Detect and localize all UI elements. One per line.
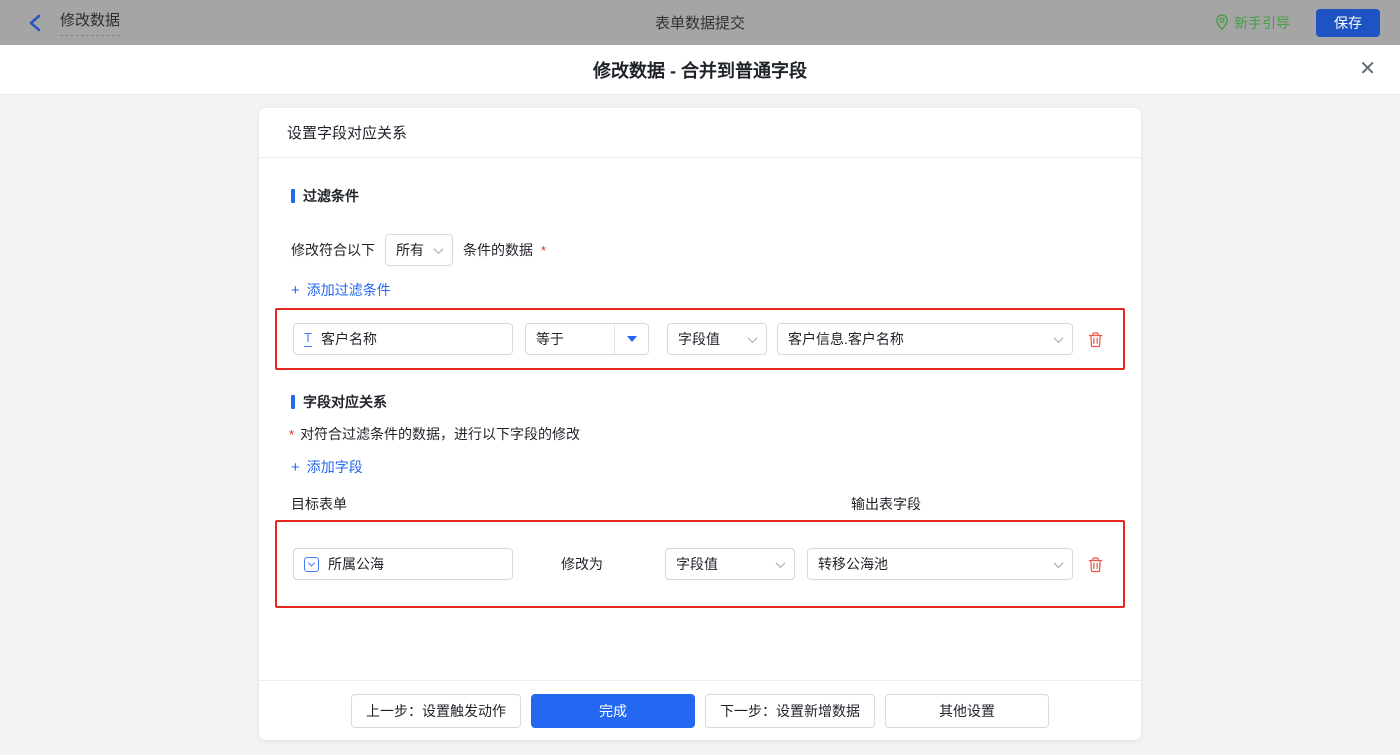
match-mode-value: 所有 <box>396 242 424 258</box>
add-field-label: 添加字段 <box>306 459 363 475</box>
modify-to-label: 修改为 <box>561 556 603 572</box>
mapping-section-label: 字段对应关系 <box>303 394 387 410</box>
filter-value-select[interactable]: 客户信息.客户名称 <box>777 323 1073 355</box>
settings-card: 设置字段对应关系 过滤条件 修改符合以下 所有 条件的数据 * + 添加过滤条件 <box>259 108 1141 740</box>
mapping-description: * 对符合过滤条件的数据，进行以下字段的修改 <box>289 424 1109 444</box>
mapping-column-headers: 目标表单 输出表字段 <box>291 494 1109 512</box>
mapping-value-select[interactable]: 转移公海池 <box>807 548 1073 580</box>
match-suffix-label: 条件的数据 <box>463 242 533 258</box>
next-step-button[interactable]: 下一步：设置新增数据 <box>705 694 875 728</box>
mapping-value-type: 字段值 <box>676 556 718 572</box>
filter-condition-row-highlighted: T 客户名称 等于 字段值 客户信息.客户名称 <box>275 308 1125 370</box>
prev-step-button[interactable]: 上一步：设置触发动作 <box>351 694 521 728</box>
back-icon[interactable] <box>28 14 42 32</box>
mapping-value-type-select[interactable]: 字段值 <box>665 548 795 580</box>
delete-mapping-row-icon[interactable] <box>1087 556 1104 573</box>
card-header-title: 设置字段对应关系 <box>259 108 1141 158</box>
caret-down-icon <box>626 336 637 342</box>
operator-select[interactable]: 等于 <box>525 323 649 355</box>
plus-icon: + <box>291 458 300 476</box>
column-output-field-label: 输出表字段 <box>851 496 921 512</box>
card-footer: 上一步：设置触发动作 完成 下一步：设置新增数据 其他设置 <box>259 680 1141 740</box>
add-field-link[interactable]: + 添加字段 <box>291 457 363 477</box>
other-settings-button[interactable]: 其他设置 <box>885 694 1049 728</box>
card-body: 过滤条件 修改符合以下 所有 条件的数据 * + 添加过滤条件 T 客户名称 等… <box>259 158 1141 680</box>
chevron-down-icon <box>747 332 758 343</box>
mapping-section-title: 字段对应关系 <box>291 392 1109 412</box>
filter-value-type-select[interactable]: 字段值 <box>667 323 767 355</box>
add-filter-condition-link[interactable]: + 添加过滤条件 <box>291 280 391 300</box>
plus-icon: + <box>291 281 300 299</box>
back-group: 修改数据 <box>20 9 121 36</box>
delete-filter-row-icon[interactable] <box>1087 331 1104 348</box>
chevron-down-icon <box>775 557 786 568</box>
mapping-field-value: 所属公海 <box>328 556 384 572</box>
section-accent-bar <box>291 395 295 409</box>
chevron-down-icon <box>1053 332 1064 343</box>
match-mode-select[interactable]: 所有 <box>385 234 453 266</box>
filter-value-type: 字段值 <box>678 331 720 347</box>
modal-body: 设置字段对应关系 过滤条件 修改符合以下 所有 条件的数据 * + 添加过滤条件 <box>0 108 1400 755</box>
select-field-icon <box>304 556 319 572</box>
section-accent-bar <box>291 189 295 203</box>
filter-field-value: 客户名称 <box>320 331 377 347</box>
modal-header: 修改数据 - 合并到普通字段 ✕ <box>0 45 1400 95</box>
beginner-guide-link[interactable]: 新手引导 <box>1215 13 1290 33</box>
filter-value: 客户信息.客户名称 <box>788 331 904 347</box>
mapping-description-text: 对符合过滤条件的数据，进行以下字段的修改 <box>300 426 581 442</box>
operator-caret-button[interactable] <box>614 324 648 354</box>
operator-value: 等于 <box>536 331 564 347</box>
match-prefix-label: 修改符合以下 <box>291 242 375 258</box>
modal-title: 修改数据 - 合并到普通字段 <box>593 60 807 81</box>
text-field-icon: T <box>304 330 312 347</box>
chevron-down-icon <box>1053 557 1064 568</box>
save-button[interactable]: 保存 <box>1316 8 1380 37</box>
guide-label: 新手引导 <box>1234 14 1290 31</box>
guide-pin-icon <box>1215 14 1229 31</box>
mapping-value: 转移公海池 <box>818 556 888 572</box>
mapping-row-highlighted: 所属公海 修改为 字段值 转移公海池 <box>275 520 1125 608</box>
filter-match-row: 修改符合以下 所有 条件的数据 * <box>291 234 1109 266</box>
topbar: 修改数据 表单数据提交 新手引导 保存 <box>0 0 1400 45</box>
done-button[interactable]: 完成 <box>531 694 695 728</box>
page-title: 表单数据提交 <box>654 15 745 32</box>
required-asterisk: * <box>289 426 295 442</box>
filter-section-label: 过滤条件 <box>303 188 359 204</box>
filter-field-input[interactable]: T 客户名称 <box>293 323 513 355</box>
topbar-actions: 新手引导 保存 <box>1215 8 1380 37</box>
back-label[interactable]: 修改数据 <box>60 9 121 36</box>
close-icon[interactable]: ✕ <box>1359 59 1376 79</box>
add-filter-condition-label: 添加过滤条件 <box>306 282 391 298</box>
chevron-down-icon <box>433 243 444 254</box>
column-target-form-label: 目标表单 <box>291 496 347 512</box>
filter-section-title: 过滤条件 <box>291 186 1109 206</box>
required-asterisk: * <box>541 242 547 258</box>
mapping-field-input[interactable]: 所属公海 <box>293 548 513 580</box>
